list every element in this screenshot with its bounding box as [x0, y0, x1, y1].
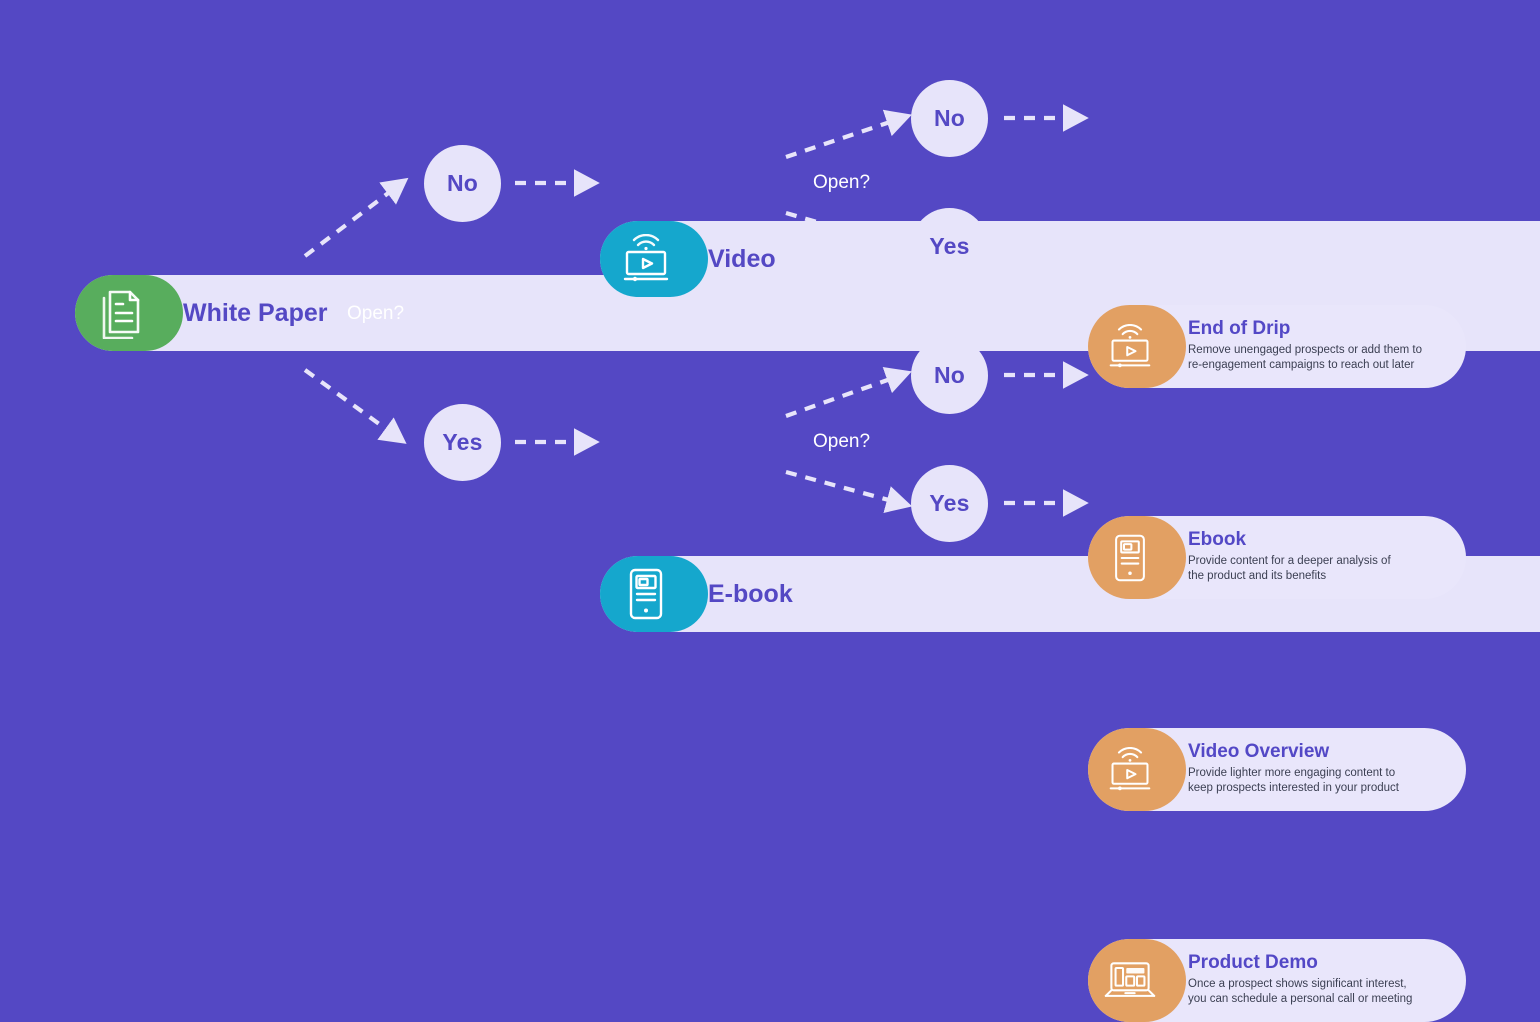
product-demo-desc: Once a prospect shows significant intere…	[1188, 977, 1412, 1007]
video-icon	[1088, 728, 1172, 811]
ebook-card-text: Ebook Provide content for a deeper analy…	[1188, 529, 1405, 584]
card-ebook[interactable]: Ebook Provide content for a deeper analy…	[1088, 516, 1466, 599]
white-paper-label: White Paper	[183, 298, 328, 327]
label-ebook-question: Open?	[813, 431, 871, 452]
arrow-start-to-no	[303, 177, 409, 258]
decision-video-yes[interactable]: Yes	[911, 208, 988, 285]
tablet-icon	[1088, 516, 1172, 599]
ebook-card-title: Ebook	[1188, 529, 1247, 551]
tablet-icon	[600, 556, 692, 632]
product-demo-title: Product Demo	[1188, 952, 1318, 974]
decision-no-top[interactable]: No	[424, 145, 501, 222]
end-of-drip-title: End of Drip	[1188, 318, 1291, 340]
laptop-icon	[1088, 939, 1172, 1022]
flowchart-canvas: White Paper Open? No Yes Video Open? E-b…	[0, 0, 1540, 1022]
video-icon	[1088, 305, 1172, 388]
ebook-card-desc-line1: Provide content for a deeper analysis of	[1188, 555, 1391, 568]
video-overview-desc-line1: Provide lighter more engaging content to	[1188, 767, 1396, 780]
card-end-of-drip[interactable]: End of Drip Remove unengaged prospects o…	[1088, 305, 1466, 388]
product-demo-desc-line1: Once a prospect shows significant intere…	[1188, 978, 1407, 991]
decision-ebook-no[interactable]: No	[911, 337, 988, 414]
decision-yes-bottom[interactable]: Yes	[424, 404, 501, 481]
video-overview-desc: Provide lighter more engaging content to…	[1188, 766, 1399, 796]
arrow-video-to-no	[785, 109, 912, 159]
ebook-card-desc: Provide content for a deeper analysis of…	[1188, 554, 1391, 584]
decision-video-no[interactable]: No	[911, 80, 988, 157]
card-product-demo[interactable]: Product Demo Once a prospect shows signi…	[1088, 939, 1466, 1022]
video-icon	[600, 221, 692, 297]
end-of-drip-desc-line2: re-engagement campaigns to reach out lat…	[1188, 359, 1415, 372]
card-video-overview[interactable]: Video Overview Provide lighter more enga…	[1088, 728, 1466, 811]
video-label: Video	[708, 244, 776, 273]
arrow-ebook-to-no	[785, 367, 912, 418]
label-video-question: Open?	[813, 172, 871, 193]
ebook-card-desc-line2: the product and its benefits	[1188, 570, 1327, 583]
arrow-start-to-yes	[303, 368, 407, 444]
video-overview-text: Video Overview Provide lighter more enga…	[1188, 741, 1413, 796]
arrow-ebook-to-yes	[785, 469, 913, 513]
product-demo-desc-line2: you can schedule a personal call or meet…	[1188, 993, 1413, 1006]
document-icon	[75, 275, 167, 351]
decision-ebook-yes[interactable]: Yes	[911, 465, 988, 542]
video-overview-desc-line2: keep prospects interested in your produc…	[1188, 782, 1399, 795]
video-overview-title: Video Overview	[1188, 741, 1330, 763]
end-of-drip-desc: Remove unengaged prospects or add them t…	[1188, 343, 1422, 373]
end-of-drip-text: End of Drip Remove unengaged prospects o…	[1188, 318, 1436, 373]
node-video[interactable]: Video	[600, 221, 1540, 297]
product-demo-text: Product Demo Once a prospect shows signi…	[1188, 952, 1426, 1007]
end-of-drip-desc-line1: Remove unengaged prospects or add them t…	[1188, 344, 1422, 357]
ebook-label: E-book	[708, 579, 793, 608]
